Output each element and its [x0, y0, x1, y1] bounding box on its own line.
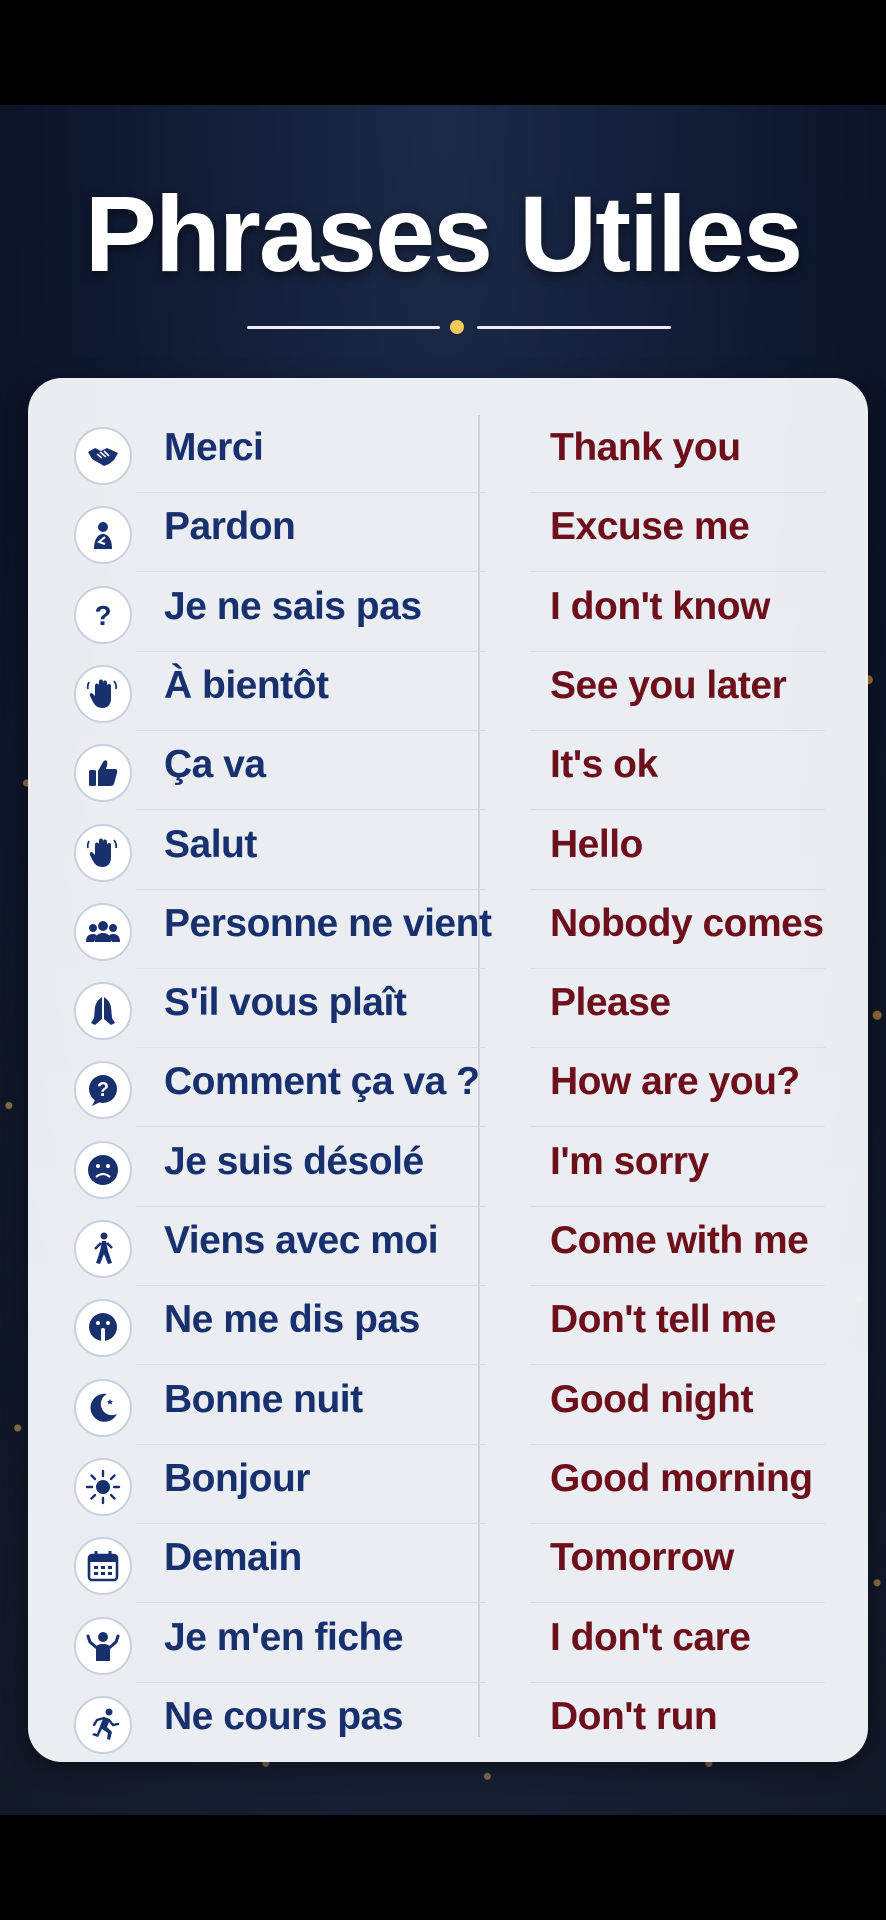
french-phrase: Viens avec moi	[164, 1219, 439, 1262]
phrase-row: Viens avec moi Come with me	[0, 1207, 886, 1286]
phrase-row: Ne me dis pas Don't tell me	[0, 1286, 886, 1366]
sad-face-icon	[74, 1140, 132, 1199]
page-title: Phrases Utiles	[84, 173, 803, 294]
phrase-row: À bientôt See you later	[0, 652, 886, 731]
english-translation: Hello	[550, 822, 643, 866]
french-phrase: Pardon	[164, 505, 296, 549]
svg-text:?: ?	[97, 1079, 109, 1101]
phrase-row: Je suis désolé I'm sorry	[0, 1128, 886, 1207]
phrase-row: Merci Thank you	[0, 414, 886, 493]
phrase-row: Je m'en fiche I don't care	[0, 1604, 886, 1683]
phrase-row: Ça va It's ok	[0, 731, 886, 811]
phrase-row: S'il vous plaît Please	[0, 969, 886, 1049]
english-translation: Don't tell me	[550, 1298, 776, 1342]
shrug-icon	[74, 1616, 132, 1675]
handshake-icon	[74, 427, 132, 485]
waving-hand-icon	[74, 823, 132, 882]
english-translation: Please	[550, 981, 671, 1025]
english-translation: Don't run	[550, 1694, 718, 1738]
phrase-row: ? Je ne sais pas I don't know	[0, 573, 886, 652]
shush-face-icon	[74, 1299, 132, 1358]
french-phrase: Personne ne vient	[164, 901, 492, 945]
english-translation: I'm sorry	[550, 1139, 709, 1183]
french-phrase: À bientôt	[164, 663, 329, 707]
english-translation: It's ok	[550, 743, 658, 787]
title-divider-dot	[450, 320, 464, 334]
phrase-row: Bonne nuit Good night	[0, 1366, 886, 1445]
running-person-icon	[74, 1695, 132, 1754]
french-phrase: Demain	[164, 1536, 302, 1580]
english-translation: Excuse me	[550, 505, 750, 549]
english-translation: How are you?	[550, 1060, 800, 1104]
french-phrase: Merci	[164, 426, 264, 469]
phrase-row: Bonjour Good morning	[0, 1445, 886, 1524]
phrase-row: Personne ne vient Nobody comes	[0, 890, 886, 969]
english-translation: Good night	[550, 1377, 753, 1421]
french-phrase: Je suis désolé	[164, 1139, 424, 1183]
group-icon	[74, 902, 132, 961]
french-phrase: Ne me dis pas	[164, 1298, 420, 1342]
french-phrase: Ça va	[164, 743, 266, 787]
english-translation: Tomorrow	[550, 1536, 734, 1580]
french-phrase: Comment ça va ?	[164, 1060, 480, 1104]
moon-icon	[74, 1378, 132, 1437]
phrase-row: Salut Hello	[0, 811, 886, 890]
english-translation: Nobody comes	[550, 901, 824, 945]
person-apology-icon	[74, 506, 132, 565]
calendar-icon	[74, 1537, 132, 1596]
english-translation: See you later	[550, 663, 787, 707]
phrase-row: Ne cours pas Don't run	[0, 1683, 886, 1762]
english-translation: Come with me	[550, 1219, 809, 1262]
phrase-row: ? Comment ça va ? How are you?	[0, 1048, 886, 1128]
praying-hands-icon	[74, 982, 132, 1041]
english-translation: Thank you	[550, 426, 741, 469]
english-translation: Good morning	[550, 1456, 813, 1500]
title-divider-right	[477, 326, 671, 329]
phrase-row: Demain Tomorrow	[0, 1524, 886, 1604]
title-divider-left	[247, 326, 440, 329]
french-phrase: Bonjour	[164, 1456, 310, 1500]
french-phrase: S'il vous plaît	[164, 981, 407, 1025]
french-phrase: Bonne nuit	[164, 1377, 363, 1421]
phrase-row: Pardon Excuse me	[0, 493, 886, 573]
svg-text:?: ?	[94, 600, 111, 631]
french-phrase: Ne cours pas	[164, 1694, 403, 1738]
waving-hand-icon	[74, 664, 132, 723]
sun-icon	[74, 1457, 132, 1516]
thumbs-up-icon	[74, 744, 132, 803]
english-translation: I don't know	[550, 584, 770, 628]
question-bubble-icon: ?	[74, 1061, 132, 1120]
french-phrase: Je ne sais pas	[164, 584, 422, 628]
french-phrase: Je m'en fiche	[164, 1615, 404, 1659]
walking-person-icon	[74, 1220, 132, 1278]
french-phrase: Salut	[164, 822, 257, 866]
english-translation: I don't care	[550, 1615, 751, 1659]
question-mark-icon: ?	[74, 585, 132, 644]
